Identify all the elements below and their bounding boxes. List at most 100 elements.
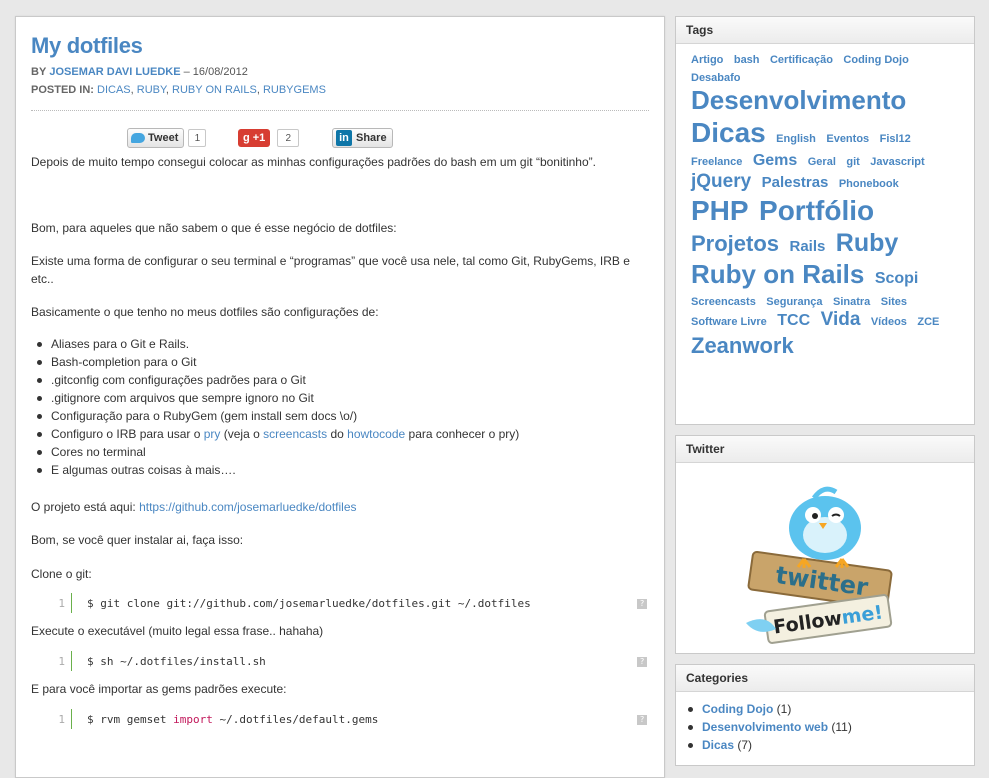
tag-link[interactable]: Freelance	[691, 156, 742, 168]
category-link[interactable]: Desenvolvimento web	[702, 720, 828, 734]
tag-link[interactable]: Ruby on Rails	[691, 260, 864, 289]
paragraph-execute: Execute o executável (muito legal essa f…	[31, 624, 324, 638]
tag-link[interactable]: Certificação	[770, 54, 833, 66]
category-link[interactable]: Coding Dojo	[702, 702, 773, 716]
gutter-bar	[71, 593, 72, 613]
tag-link[interactable]: TCC	[777, 312, 810, 330]
tag-link[interactable]: Coding Dojo	[843, 54, 908, 66]
code-text: $ rvm gemset	[87, 713, 174, 726]
tag-link[interactable]: Sinatra	[833, 296, 870, 308]
tag-cloud: Artigo bash Certificação Coding Dojo Des…	[676, 44, 974, 361]
tag-link[interactable]: Scopi	[875, 270, 919, 288]
tags-widget-title: Tags	[676, 17, 974, 44]
tweet-button[interactable]: Tweet	[127, 128, 185, 148]
tag-link[interactable]: Phonebook	[839, 178, 899, 190]
tweet-count: 1	[188, 129, 207, 147]
paragraph-import-gems: E para você importar as gems padrões exe…	[31, 682, 287, 696]
tag-link[interactable]: Dicas	[691, 117, 766, 149]
twitter-follow-badge[interactable]: twitter Followme!	[676, 463, 974, 648]
linkedin-icon: in	[336, 130, 352, 146]
code-text: ~/.dotfiles/default.gems	[212, 713, 379, 726]
tag-link[interactable]: Palestras	[762, 175, 829, 192]
categories-list: Coding Dojo (1) Desenvolvimento web (11)…	[676, 692, 974, 754]
tag-link[interactable]: PHP	[691, 195, 749, 227]
tag-link[interactable]: bash	[734, 54, 760, 66]
category-link-dicas[interactable]: DICAS	[97, 84, 131, 96]
gutter-bar	[71, 651, 72, 671]
list-item: E algumas outras coisas à mais….	[31, 461, 519, 479]
code-block-clone: 1 $ git clone git://github.com/josemarlu…	[31, 590, 649, 616]
line-number: 1	[58, 597, 65, 610]
help-icon[interactable]: ?	[637, 657, 647, 667]
help-icon[interactable]: ?	[637, 599, 647, 609]
paragraph-dotfiles-question: Bom, para aqueles que não sabem o que é …	[31, 221, 397, 235]
list-text: para conhecer o pry)	[405, 427, 520, 441]
line-number: 1	[58, 655, 65, 668]
tag-link[interactable]: Ruby	[836, 229, 899, 258]
twitter-widget-title: Twitter	[676, 436, 974, 463]
posted-in-label: POSTED IN:	[31, 84, 94, 96]
pry-link[interactable]: pry	[204, 427, 221, 441]
help-icon[interactable]: ?	[637, 715, 647, 725]
linkedin-share-button[interactable]: in Share	[332, 128, 393, 148]
tag-link[interactable]: jQuery	[691, 171, 751, 193]
line-number: 1	[58, 713, 65, 726]
tag-link[interactable]: Vídeos	[871, 316, 907, 328]
list-item: Coding Dojo (1)	[686, 700, 974, 718]
post-byline: BY JOSEMAR DAVI LUEDKE – 16/08/2012	[31, 66, 248, 78]
paragraph-project-link: O projeto está aqui: https://github.com/…	[31, 498, 357, 516]
tag-link[interactable]: git	[846, 156, 859, 168]
paragraph-intro: Depois de muito tempo consegui colocar a…	[31, 155, 596, 169]
code-line: $ git clone git://github.com/josemarlued…	[87, 597, 531, 610]
by-label: BY	[31, 66, 47, 78]
tag-link[interactable]: Eventos	[826, 133, 869, 145]
tag-link[interactable]: ZCE	[917, 316, 939, 328]
tag-link[interactable]: Fisl12	[880, 133, 911, 145]
tag-link[interactable]: Javascript	[870, 156, 924, 168]
tag-link[interactable]: Desenvolvimento	[691, 86, 906, 115]
tag-link[interactable]: Zeanwork	[691, 333, 794, 358]
howtocode-link[interactable]: howtocode	[347, 427, 405, 441]
tag-link[interactable]: Projetos	[691, 231, 779, 256]
gplus-label: +1	[252, 132, 266, 144]
tag-link[interactable]: Software Livre	[691, 316, 767, 328]
dotted-divider	[31, 110, 649, 111]
category-link-rubygems[interactable]: RUBYGEMS	[263, 84, 326, 96]
list-text: (veja o	[220, 427, 264, 441]
tag-link[interactable]: Sites	[881, 296, 907, 308]
tag-link[interactable]: Screencasts	[691, 296, 756, 308]
author-link[interactable]: JOSEMAR DAVI LUEDKE	[49, 66, 180, 78]
twitter-widget: Twitter twitter Followme!	[675, 435, 975, 654]
github-repo-link[interactable]: https://github.com/josemarluedke/dotfile…	[139, 500, 356, 514]
tag-link[interactable]: Portfólio	[759, 195, 874, 227]
tag-link[interactable]: Artigo	[691, 54, 723, 66]
tag-link[interactable]: Vida	[821, 309, 861, 331]
paragraph-install-intro: Bom, se você quer instalar ai, faça isso…	[31, 533, 244, 547]
list-item: Cores no terminal	[31, 443, 519, 461]
tag-link[interactable]: Rails	[789, 238, 825, 256]
gplus-share: g +1 2	[238, 128, 300, 148]
post-categories: POSTED IN: DICAS, RUBY, RUBY ON RAILS, R…	[31, 84, 326, 96]
list-item: Configuro o IRB para usar o pry (veja o …	[31, 425, 519, 443]
tag-link[interactable]: Desabafo	[691, 72, 741, 84]
code-keyword: import	[173, 713, 213, 726]
screencasts-link[interactable]: screencasts	[263, 427, 327, 441]
tag-link[interactable]: Geral	[808, 156, 836, 168]
tag-link[interactable]: Gems	[753, 152, 797, 170]
category-link-ruby-on-rails[interactable]: RUBY ON RAILS	[172, 84, 257, 96]
gutter-bar	[71, 709, 72, 729]
list-item: .gitignore com arquivos que sempre ignor…	[31, 389, 519, 407]
twitter-bird-icon	[131, 133, 145, 143]
tag-link[interactable]: English	[776, 133, 816, 145]
list-item: Desenvolvimento web (11)	[686, 718, 974, 736]
tag-link[interactable]: Segurança	[766, 296, 822, 308]
list-item: Aliases para o Git e Rails.	[31, 335, 519, 353]
list-item: .gitconfig com configurações padrões par…	[31, 371, 519, 389]
linkedin-label: Share	[356, 132, 387, 144]
post-date: – 16/08/2012	[183, 66, 248, 78]
gplus-button[interactable]: g +1	[238, 129, 271, 147]
post-title[interactable]: My dotfiles	[31, 33, 143, 59]
category-link-ruby[interactable]: RUBY	[137, 84, 166, 96]
category-link[interactable]: Dicas	[702, 738, 734, 752]
list-item: Configuração para o RubyGem (gem install…	[31, 407, 519, 425]
